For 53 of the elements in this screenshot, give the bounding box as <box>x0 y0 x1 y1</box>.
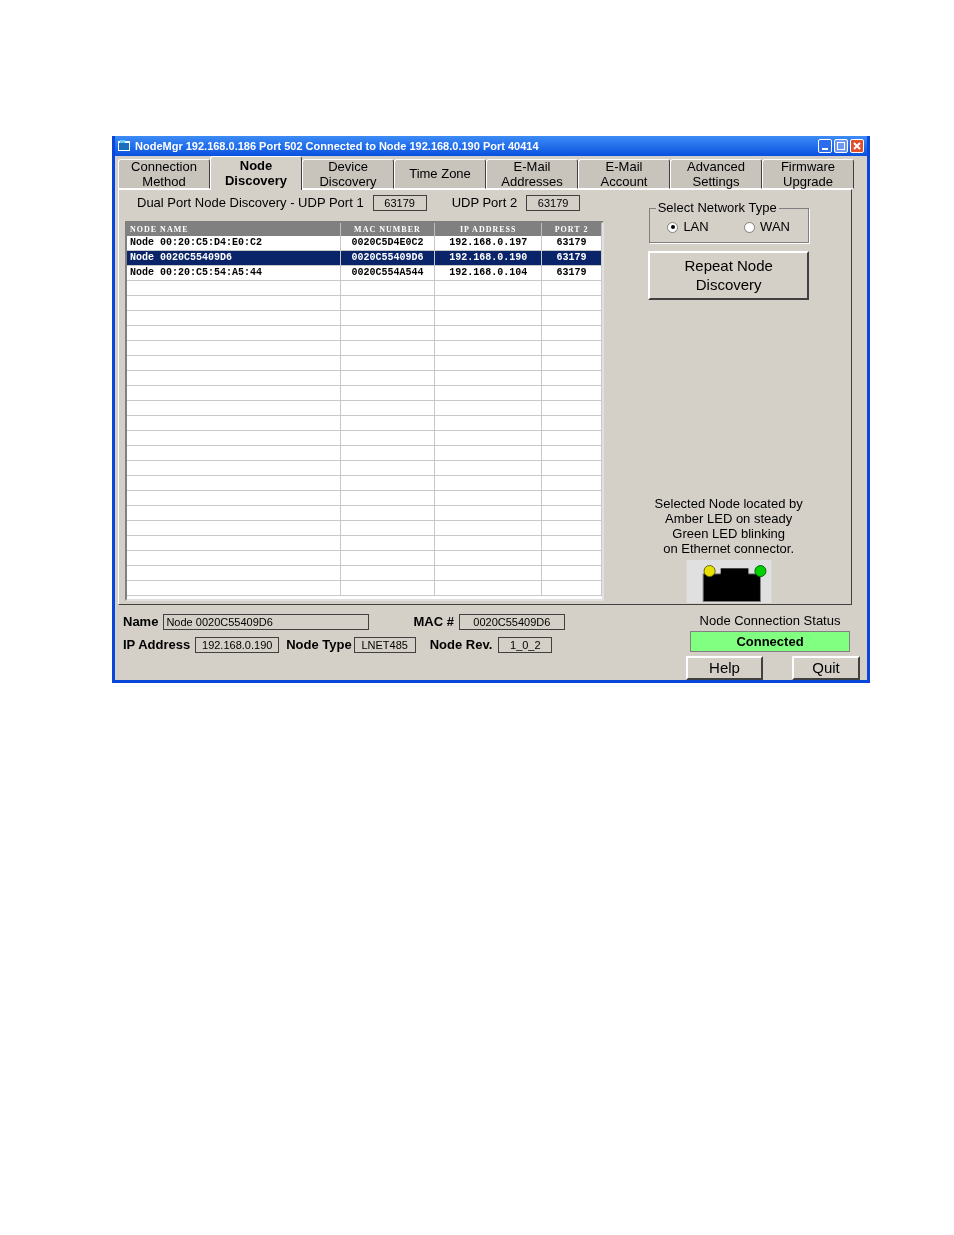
table-cell: 192.168.0.104 <box>435 265 543 280</box>
dialog-button[interactable]: Quit <box>792 656 860 680</box>
dialog-button[interactable]: Help <box>686 656 763 680</box>
udp-port-label: UDP Port 2 <box>451 193 518 212</box>
table-cell: 63179 <box>542 250 602 265</box>
network-radio[interactable]: LAN <box>667 217 709 237</box>
tab[interactable]: E-Mail Account <box>578 158 670 189</box>
repeat-discovery-button[interactable]: Repeat Node Discovery <box>648 250 810 301</box>
tab[interactable]: Node Discovery <box>210 155 302 190</box>
network-radio[interactable]: WAN <box>744 217 790 237</box>
close-button[interactable] <box>850 138 864 153</box>
column-header: IP ADDRESS <box>435 222 543 236</box>
table-cell: 192.168.0.197 <box>435 235 543 250</box>
table-cell: 0020C55409D6 <box>340 250 436 265</box>
table-cell: Node 00:20:C5:54:A5:44 <box>127 265 341 280</box>
minimize-button[interactable] <box>818 138 832 153</box>
tab[interactable]: Device Discovery <box>302 158 394 189</box>
node-type-field[interactable]: LNET485 <box>353 636 416 653</box>
name-field[interactable]: Node 0020C55409D6 <box>163 613 370 630</box>
table-cell: Node 0020C55409D6 <box>127 250 341 265</box>
table-cell: Node 00:20:C5:D4:E0:C2 <box>127 235 341 250</box>
node-rev-label: Node Rev. <box>429 635 493 654</box>
table-row[interactable]: Node 00:20:C5:D4:E0:C2 0020C5D4E0C2 192.168.0.197 63179 <box>127 235 602 251</box>
ip-field[interactable]: 192.168.0.190 <box>195 636 280 653</box>
tab[interactable]: Firmware Upgrade <box>762 158 854 189</box>
connection-status: Connected <box>690 631 850 652</box>
window-title: NodeMgr 192.168.0.186 Port 502 Connected to Node 192.168.0.190 Port 40414 <box>135 138 539 154</box>
table-cell: 63179 <box>542 265 602 280</box>
column-header: PORT 2 <box>542 222 602 236</box>
column-header: NODE NAME <box>127 222 341 236</box>
mac-field[interactable]: 0020C55409D6 <box>458 613 565 630</box>
table-row[interactable]: Node 00:20:C5:54:A5:44 0020C554A544 192.168.0.104 63179 <box>127 265 602 281</box>
tab[interactable]: Connection Method <box>118 158 210 189</box>
table-cell: 0020C554A544 <box>340 265 436 280</box>
udp-port-field[interactable]: 63179 <box>526 194 581 211</box>
table-cell: 63179 <box>542 235 602 250</box>
udp-port-field[interactable]: 63179 <box>372 194 427 211</box>
table-cell: 192.168.0.190 <box>435 250 543 265</box>
ip-label: IP Address <box>123 635 191 654</box>
maximize-button[interactable] <box>834 138 848 153</box>
tab[interactable]: E-Mail Addresses <box>486 158 578 189</box>
tab[interactable]: Advanced Settings <box>670 158 762 189</box>
status-label: Node Connection Status <box>699 611 841 630</box>
node-rev-field[interactable]: 1_0_2 <box>498 636 553 653</box>
column-header: MAC NUMBER <box>340 222 436 236</box>
name-label: Name <box>123 612 159 631</box>
discovery-label: Dual Port Node Discovery - UDP Port 1 <box>137 193 364 212</box>
mac-label: MAC # <box>413 612 454 631</box>
app-icon <box>118 140 130 152</box>
node-type-label: Node Type <box>286 635 352 654</box>
table-cell: 0020C5D4E0C2 <box>340 235 436 250</box>
tab[interactable]: Time Zone <box>394 158 486 189</box>
locator-note: Selected Node located by Amber LED on steady Green LED blinking on Ethernet connector. <box>654 496 803 557</box>
